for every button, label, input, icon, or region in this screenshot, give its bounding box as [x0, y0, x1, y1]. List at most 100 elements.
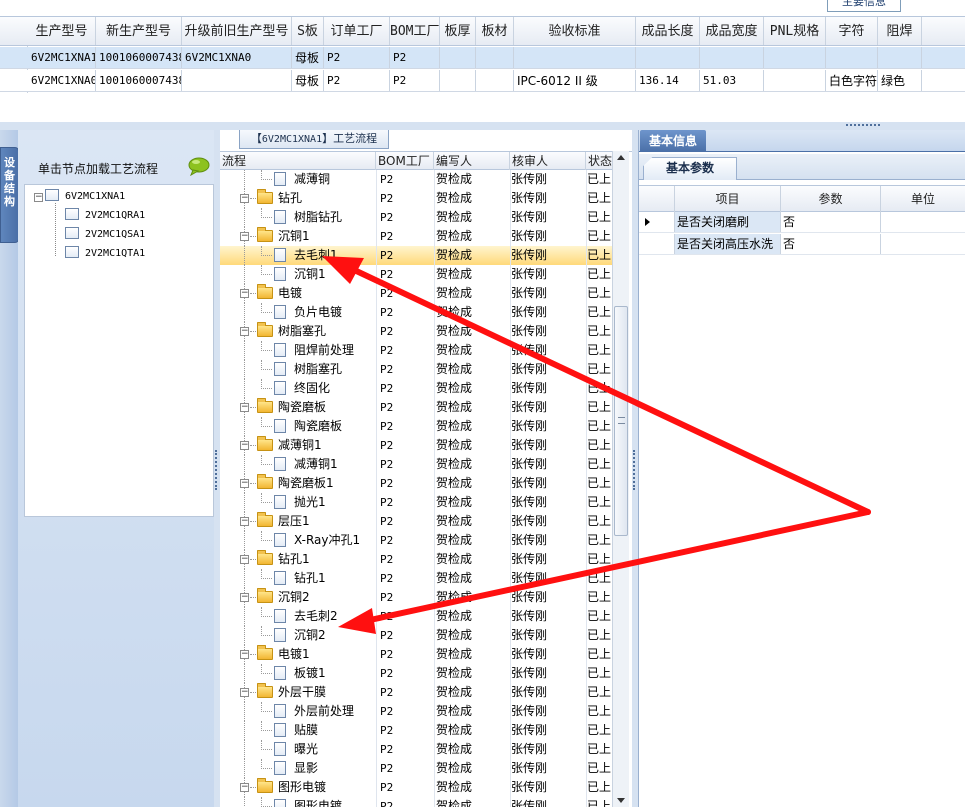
process-row[interactable]: 去毛刺2 P2 贺检成 张传刚 已上I [220, 607, 614, 626]
process-row[interactable]: 终固化 P2 贺检成 张传刚 已上I [220, 379, 614, 398]
table-cell[interactable] [514, 47, 636, 68]
tree-node-child[interactable]: 2V2MC1QSA1 [65, 226, 145, 244]
splitter-grip[interactable] [846, 124, 880, 127]
process-row[interactable]: 减薄铜1 P2 贺检成 张传刚 已上I [220, 455, 614, 474]
column-header[interactable]: 验收标准 [514, 17, 636, 45]
process-row[interactable]: 贴膜 P2 贺检成 张传刚 已上I [220, 721, 614, 740]
tab-basic-info[interactable]: 基本信息 [640, 130, 706, 152]
table-cell[interactable]: 136.14 [636, 70, 700, 91]
scroll-thumb[interactable] [614, 306, 628, 536]
column-header[interactable]: 参数 [781, 186, 881, 213]
table-cell[interactable] [764, 70, 826, 91]
table-cell[interactable]: 10010600074384 [96, 70, 182, 91]
scroll-down-icon[interactable] [617, 798, 625, 803]
process-row[interactable]: 树脂塞孔 P2 贺检成 张传刚 已上I [220, 360, 614, 379]
process-grid-scrollbar[interactable] [612, 151, 629, 807]
process-row[interactable]: 显影 P2 贺检成 张传刚 已上I [220, 759, 614, 778]
tree-expand-minus-icon[interactable]: − [34, 193, 43, 202]
tree-expand-minus-icon[interactable]: − [240, 479, 249, 488]
tree-expand-minus-icon[interactable]: − [240, 555, 249, 564]
process-row[interactable]: 沉铜1 P2 贺检成 张传刚 已上I [220, 265, 614, 284]
table-cell[interactable] [476, 70, 514, 91]
process-row[interactable]: − 陶瓷磨板1 P2 贺检成 张传刚 已上I [220, 474, 614, 493]
table-cell[interactable]: P2 [390, 70, 440, 91]
table-cell[interactable]: 10010600074384 [96, 47, 182, 68]
column-header[interactable]: 板厚 [440, 17, 476, 45]
table-cell[interactable]: 绿色 [878, 70, 922, 91]
process-row[interactable]: 树脂钻孔 P2 贺检成 张传刚 已上I [220, 208, 614, 227]
process-row[interactable]: 阻焊前处理 P2 贺检成 张传刚 已上I [220, 341, 614, 360]
table-row[interactable]: 6V2MC1XNA010010600074384母板P2P2IPC-6012 I… [0, 70, 965, 92]
splitter-grip[interactable] [633, 450, 636, 490]
table-cell[interactable] [440, 47, 476, 68]
column-header[interactable]: 编写人 [434, 152, 510, 170]
table-cell[interactable]: P2 [324, 47, 390, 68]
speech-bubble-icon[interactable] [188, 157, 210, 176]
tree-expand-minus-icon[interactable]: − [240, 327, 249, 336]
column-header[interactable]: 板材 [476, 17, 514, 45]
process-row[interactable]: 沉铜2 P2 贺检成 张传刚 已上I [220, 626, 614, 645]
tree-expand-minus-icon[interactable]: − [240, 517, 249, 526]
tree-expand-minus-icon[interactable]: − [240, 194, 249, 203]
process-row[interactable]: − 层压1 P2 贺检成 张传刚 已上I [220, 512, 614, 531]
tree-expand-minus-icon[interactable]: − [240, 441, 249, 450]
param-row[interactable]: 是否关闭高压水洗否 [639, 234, 965, 255]
process-row[interactable]: − 树脂塞孔 P2 贺检成 张传刚 已上I [220, 322, 614, 341]
process-row[interactable]: 钻孔1 P2 贺检成 张传刚 已上I [220, 569, 614, 588]
process-row[interactable]: X-Ray冲孔1 P2 贺检成 张传刚 已上I [220, 531, 614, 550]
tree-node-child[interactable]: 2V2MC1QRA1 [65, 207, 145, 225]
table-cell[interactable] [440, 70, 476, 91]
horizontal-splitter[interactable] [0, 122, 965, 130]
process-row[interactable]: 曝光 P2 贺检成 张传刚 已上I [220, 740, 614, 759]
process-row[interactable]: 板镀1 P2 贺检成 张传刚 已上I [220, 664, 614, 683]
param-unit[interactable] [881, 234, 965, 254]
tree-expand-minus-icon[interactable]: − [240, 232, 249, 241]
table-cell[interactable]: P2 [324, 70, 390, 91]
table-cell[interactable]: 6V2MC1XNA0 [182, 47, 292, 68]
column-header[interactable]: 生产型号 [28, 17, 96, 45]
column-header[interactable]: 流程 [220, 152, 376, 170]
table-cell[interactable]: 6V2MC1XNA0 [28, 70, 96, 91]
column-header[interactable]: 状态 [586, 152, 614, 170]
table-cell[interactable]: 白色字符 [826, 70, 878, 91]
table-cell[interactable]: 51.03 [700, 70, 764, 91]
column-header[interactable]: 成品长度 [636, 17, 700, 45]
process-row[interactable]: − 电镀 P2 贺检成 张传刚 已上I [220, 284, 614, 303]
column-header[interactable]: 核审人 [510, 152, 586, 170]
vertical-tab-structure[interactable]: 设备结构 [0, 147, 19, 243]
column-header[interactable]: 字符 [826, 17, 878, 45]
process-row[interactable]: − 图形电镀 P2 贺检成 张传刚 已上I [220, 778, 614, 797]
table-cell[interactable]: IPC-6012 II 级 [514, 70, 636, 91]
table-cell[interactable] [700, 47, 764, 68]
column-header[interactable]: 成品宽度 [700, 17, 764, 45]
process-row[interactable]: − 陶瓷磨板 P2 贺检成 张传刚 已上I [220, 398, 614, 417]
process-row[interactable]: 图形电镀 P2 贺检成 张传刚 已上I [220, 797, 614, 807]
splitter-grip[interactable] [215, 450, 218, 490]
table-cell[interactable] [636, 47, 700, 68]
tree-expand-minus-icon[interactable]: − [240, 593, 249, 602]
column-header[interactable]: 订单工厂 [324, 17, 390, 45]
table-cell[interactable] [476, 47, 514, 68]
tree-expand-minus-icon[interactable]: − [240, 403, 249, 412]
param-unit[interactable] [881, 212, 965, 232]
param-value[interactable]: 否 [781, 234, 881, 254]
column-header[interactable]: S板 [292, 17, 324, 45]
table-cell[interactable] [826, 47, 878, 68]
table-cell[interactable] [182, 70, 292, 91]
table-cell[interactable]: 6V2MC1XNA1 [28, 47, 96, 68]
process-row[interactable]: − 沉铜2 P2 贺检成 张传刚 已上I [220, 588, 614, 607]
tree-expand-minus-icon[interactable]: − [240, 650, 249, 659]
tab-basic-params[interactable]: 基本参数 [643, 157, 737, 180]
tree-expand-minus-icon[interactable]: − [240, 289, 249, 298]
table-cell[interactable]: 母板 [292, 70, 324, 91]
param-value[interactable]: 否 [781, 212, 881, 232]
process-row[interactable]: − 钻孔1 P2 贺检成 张传刚 已上I [220, 550, 614, 569]
column-header[interactable]: 项目 [675, 186, 781, 213]
column-header[interactable]: 升级前旧生产型号 [182, 17, 292, 45]
process-row[interactable]: − 沉铜1 P2 贺检成 张传刚 已上I [220, 227, 614, 246]
process-row[interactable]: 减薄铜 P2 贺检成 张传刚 已上I [220, 170, 614, 189]
table-cell[interactable]: P2 [390, 47, 440, 68]
process-row[interactable]: − 减薄铜1 P2 贺检成 张传刚 已上I [220, 436, 614, 455]
table-cell[interactable] [764, 47, 826, 68]
tree-expand-minus-icon[interactable]: − [240, 783, 249, 792]
